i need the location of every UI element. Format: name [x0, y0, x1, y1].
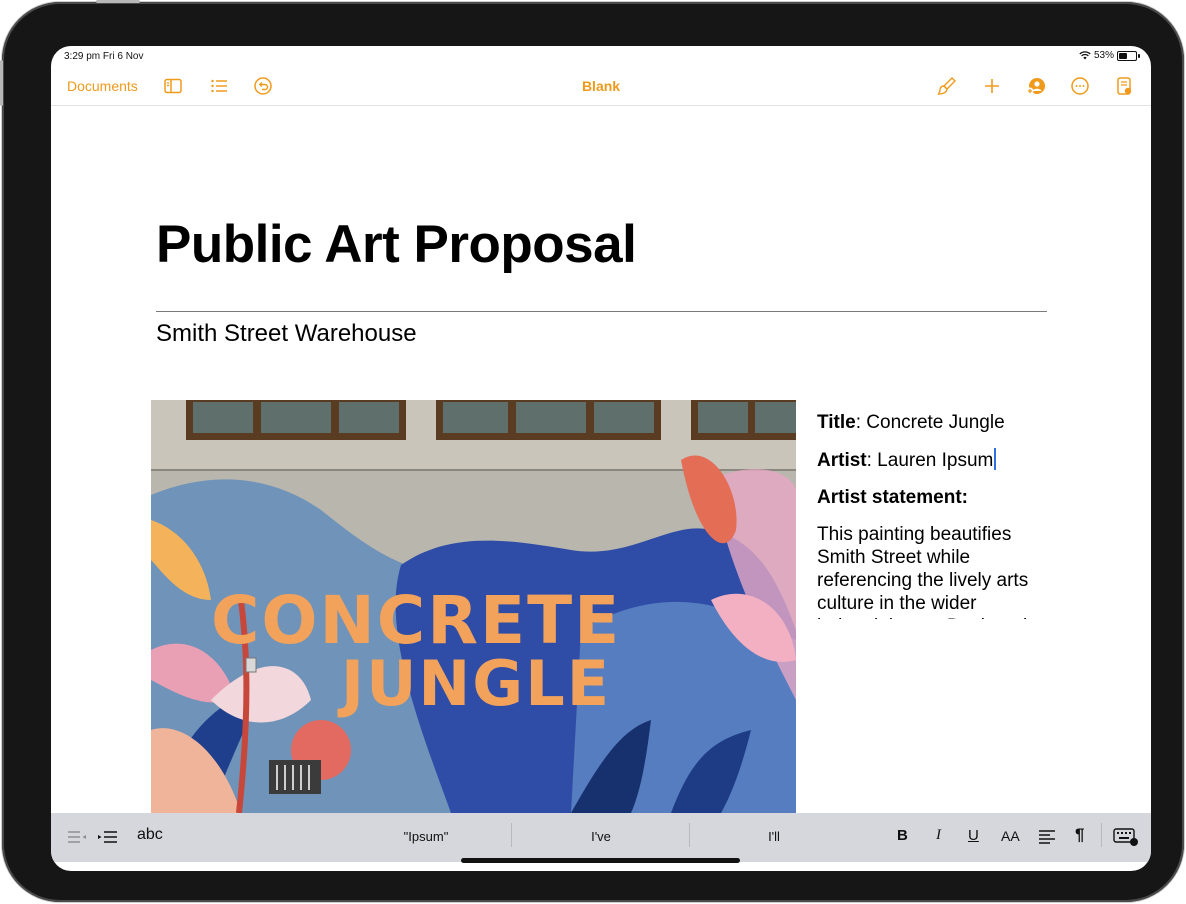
format-divider: [1101, 823, 1102, 847]
documents-button[interactable]: Documents: [67, 78, 138, 94]
mural-illustration: CONCRETE JUNGLE: [151, 400, 796, 813]
suggestion-divider: [689, 823, 690, 847]
screen: 3:29 pm Fri 6 Nov 53% Documents Blank Pu…: [51, 46, 1151, 871]
title-label: Title: [817, 412, 856, 433]
indent-left-icon[interactable]: [67, 828, 87, 846]
artist-label: Artist: [817, 450, 867, 471]
artist-line: Artist: Lauren Ipsum: [817, 448, 1049, 472]
more-icon[interactable]: [1070, 76, 1090, 96]
artist-value: : Lauren Ipsum: [866, 450, 994, 471]
keyboard-shortcut-bar: abc "Ipsum" I've I'll B I U AA ¶: [51, 813, 1151, 862]
italic-button[interactable]: I: [936, 827, 941, 844]
wifi-icon: [1079, 51, 1091, 60]
suggestion-2[interactable]: I've: [556, 829, 646, 844]
bold-button[interactable]: B: [897, 827, 908, 844]
text-cursor: [994, 448, 997, 470]
undo-icon[interactable]: [253, 76, 273, 96]
collaborate-icon[interactable]: [1026, 76, 1046, 96]
status-time: 3:29 pm Fri 6 Nov: [64, 51, 144, 62]
title-value: : Concrete Jungle: [855, 412, 1005, 433]
page-subtitle[interactable]: Smith Street Warehouse: [156, 320, 417, 348]
mural-image[interactable]: CONCRETE JUNGLE: [151, 400, 796, 813]
title-line: Title: Concrete Jungle: [817, 411, 1049, 434]
pilcrow-button[interactable]: ¶: [1075, 825, 1084, 845]
title-divider: [156, 311, 1047, 312]
plus-icon[interactable]: [982, 76, 1002, 96]
document-title-button[interactable]: Blank: [551, 78, 651, 94]
statement-body: This painting beautifies Smith Street wh…: [817, 524, 1029, 619]
battery-icon: [1117, 50, 1140, 61]
page-title[interactable]: Public Art Proposal: [156, 214, 637, 275]
volume-button: [0, 60, 3, 106]
abc-button[interactable]: abc: [137, 826, 163, 844]
text-size-button[interactable]: AA: [1001, 828, 1020, 844]
top-button: [96, 0, 140, 3]
suggestion-1[interactable]: "Ipsum": [381, 829, 471, 844]
document-setup-icon[interactable]: [1114, 76, 1134, 96]
keyboard-icon[interactable]: [1113, 827, 1139, 847]
statement-heading-text: Artist statement:: [817, 487, 968, 508]
underline-button[interactable]: U: [968, 827, 979, 844]
suggestion-divider: [511, 823, 512, 847]
battery-percent: 53%: [1093, 50, 1114, 61]
sidebar-icon[interactable]: [163, 76, 183, 96]
status-right: 53%: [1079, 50, 1140, 61]
align-icon[interactable]: [1038, 829, 1056, 845]
toolbar: Documents Blank: [51, 66, 1151, 106]
indent-right-icon[interactable]: [97, 828, 119, 846]
status-bar: 3:29 pm Fri 6 Nov 53%: [51, 46, 1151, 66]
paintbrush-icon[interactable]: [937, 76, 957, 96]
home-indicator[interactable]: [461, 858, 740, 863]
mural-text-line-2: JUNGLE: [337, 647, 611, 720]
suggestion-3[interactable]: I'll: [729, 829, 819, 844]
statement-heading: Artist statement:: [817, 486, 1049, 509]
proposal-details[interactable]: Title: Concrete Jungle Artist: Lauren Ip…: [817, 411, 1049, 619]
list-icon[interactable]: [209, 76, 229, 96]
